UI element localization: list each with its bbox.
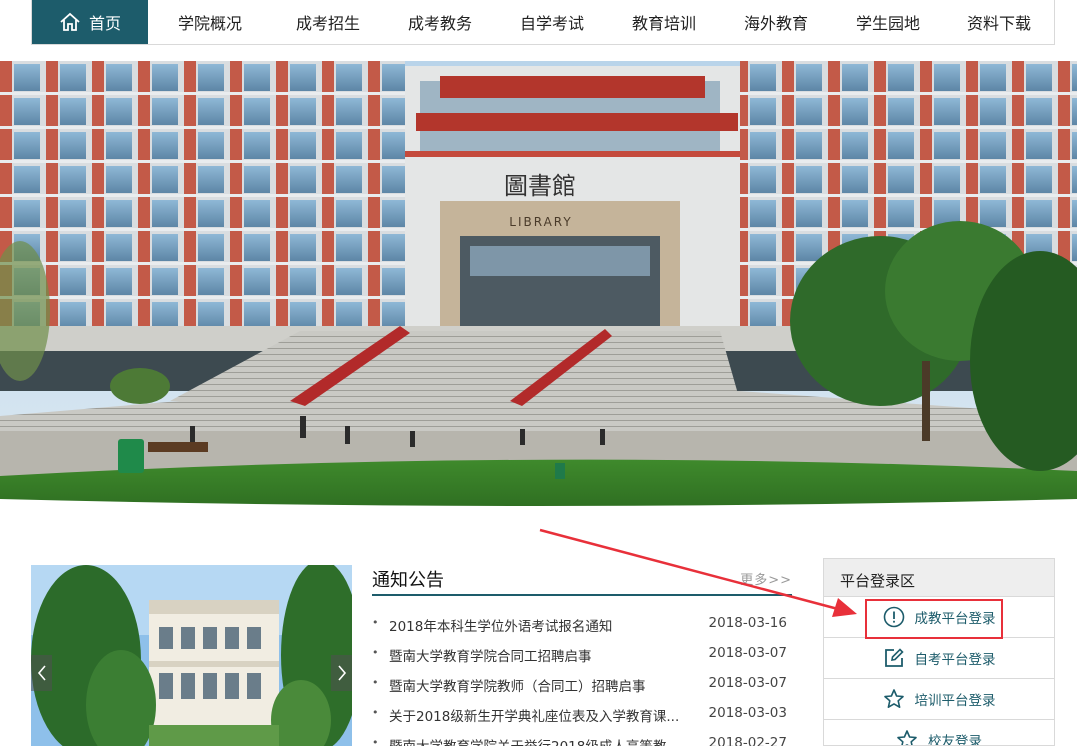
notice-item-title[interactable]: 暨南大学教育学院教师（合同工）招聘启事 [389, 675, 689, 695]
library-photo: 圖書館 LIBRARY [0, 61, 1077, 507]
notice-item[interactable]: • 关于2018级新生开学典礼座位表及入学教育课... 2018-03-03 [372, 698, 792, 728]
nav-item-overseas[interactable]: 海外教育 [720, 0, 832, 44]
slideshow-next-button[interactable] [331, 655, 352, 691]
photo-slideshow[interactable] [31, 565, 352, 746]
chevron-right-icon [337, 665, 346, 681]
notice-item[interactable]: • 暨南大学教育学院合同工招聘启事 2018-03-07 [372, 638, 792, 668]
alumni-login-button[interactable]: 校友登录 [824, 720, 1054, 746]
notice-item-title[interactable]: 暨南大学教育学院关于举行2018级成人高等教... [389, 735, 689, 746]
notice-item-title[interactable]: 暨南大学教育学院合同工招聘启事 [389, 645, 689, 665]
campus-banner: 圖書館 LIBRARY [0, 61, 1077, 507]
nav-item-label: 海外教育 [743, 14, 808, 33]
main-navigation: 首页 学院概况 成考招生 成考教务 自学考试 教育培训 海外教育 学生园地 资料… [31, 0, 1055, 45]
nav-item-label: 自学考试 [519, 14, 584, 33]
notice-header: 通知公告 更多>> [372, 562, 792, 596]
notice-title: 通知公告 [372, 570, 444, 591]
login-item-label: 培训平台登录 [914, 693, 996, 709]
notice-item-date: 2018-03-07 [708, 645, 787, 661]
nav-item-label: 资料下载 [966, 14, 1031, 33]
chevron-left-icon [37, 665, 46, 681]
slideshow-prev-button[interactable] [31, 655, 52, 691]
highlight-box [865, 599, 1003, 639]
notice-item[interactable]: • 暨南大学教育学院教师（合同工）招聘启事 2018-03-07 [372, 668, 792, 698]
bullet-icon: • [372, 646, 379, 659]
nav-item-label: 学院概况 [177, 14, 242, 33]
home-icon [60, 12, 80, 31]
nav-item-home[interactable]: 首页 [32, 0, 148, 44]
calligraphy-sign: 圖書館 [504, 172, 576, 200]
nav-item-label: 学生园地 [855, 14, 920, 33]
notice-item-date: 2018-02-27 [708, 735, 787, 746]
star-icon [883, 688, 905, 710]
nav-item-adult-exam-affairs[interactable]: 成考教务 [384, 0, 496, 44]
library-sign: LIBRARY [509, 215, 572, 229]
nav-item-self-study-exam[interactable]: 自学考试 [496, 0, 608, 44]
platform-login-panel: 平台登录区 成教平台登录 自考平台登录 培训平台登录 校友登录 [823, 558, 1055, 746]
nav-item-student-corner[interactable]: 学生园地 [832, 0, 944, 44]
campus-building-photo [31, 565, 352, 746]
nav-item-label: 成考招生 [295, 14, 360, 33]
nav-item-adult-exam-admission[interactable]: 成考招生 [272, 0, 384, 44]
login-item-label: 校友登录 [928, 734, 982, 746]
login-item-label: 自考平台登录 [914, 652, 996, 668]
notice-item-title[interactable]: 关于2018级新生开学典礼座位表及入学教育课... [389, 705, 689, 725]
nav-item-about[interactable]: 学院概况 [148, 0, 272, 44]
notice-item-date: 2018-03-16 [708, 615, 787, 631]
nav-item-label: 成考教务 [407, 14, 472, 33]
self-study-login-button[interactable]: 自考平台登录 [824, 638, 1054, 679]
nav-item-label: 教育培训 [631, 14, 696, 33]
login-panel-title: 平台登录区 [824, 559, 1054, 597]
bullet-icon: • [372, 736, 379, 746]
notice-item[interactable]: • 2018年本科生学位外语考试报名通知 2018-03-16 [372, 608, 792, 638]
notice-section: 通知公告 更多>> • 2018年本科生学位外语考试报名通知 2018-03-1… [372, 562, 792, 746]
nav-item-training[interactable]: 教育培训 [608, 0, 720, 44]
notice-item-date: 2018-03-07 [708, 675, 787, 691]
star-icon [896, 729, 918, 745]
training-login-button[interactable]: 培训平台登录 [824, 679, 1054, 720]
bullet-icon: • [372, 616, 379, 629]
edit-icon [883, 647, 905, 669]
notice-more-link[interactable]: 更多>> [740, 569, 792, 588]
bullet-icon: • [372, 706, 379, 719]
bullet-icon: • [372, 676, 379, 689]
notice-item-title[interactable]: 2018年本科生学位外语考试报名通知 [389, 615, 689, 635]
notice-item-date: 2018-03-03 [708, 705, 787, 721]
notice-item[interactable]: • 暨南大学教育学院关于举行2018级成人高等教... 2018-02-27 [372, 728, 792, 746]
nav-item-downloads[interactable]: 资料下载 [944, 0, 1054, 44]
nav-item-label: 首页 [88, 14, 121, 33]
